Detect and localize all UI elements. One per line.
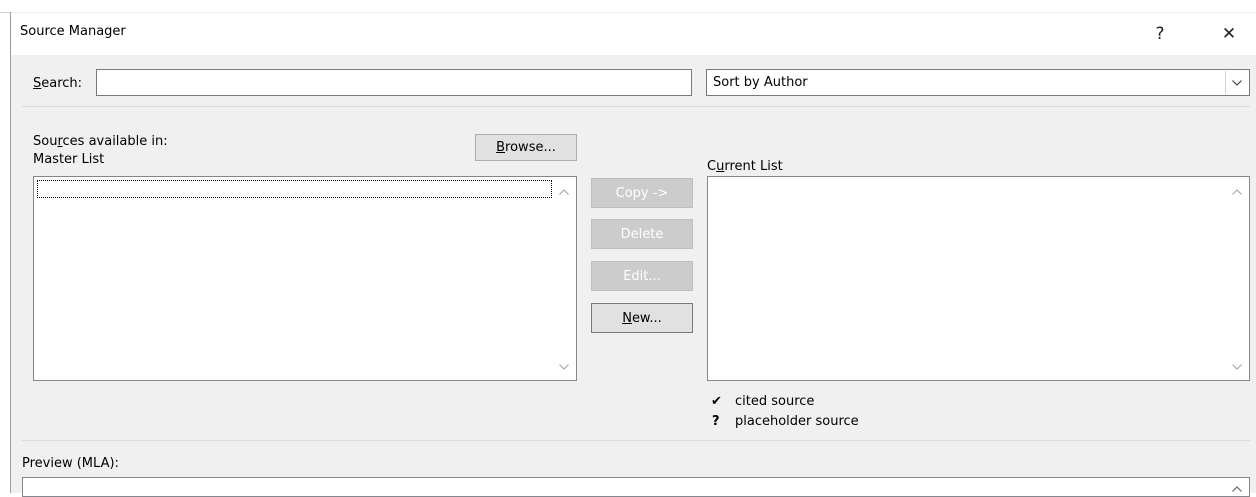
- sources-label-part1: Sou: [33, 134, 58, 149]
- checkmark-icon: ✔: [711, 394, 722, 409]
- new-button[interactable]: New...: [591, 303, 693, 333]
- help-button[interactable]: ?: [1137, 13, 1183, 55]
- master-list[interactable]: [33, 176, 577, 381]
- master-list-focus-item[interactable]: [37, 180, 552, 198]
- chevron-up-icon[interactable]: [558, 187, 570, 197]
- browse-label-accel: B: [496, 140, 506, 155]
- search-label: Search:: [33, 76, 82, 91]
- separator-top: [22, 106, 1250, 107]
- cited-source-label: cited source: [735, 394, 815, 409]
- preview-label: Preview (MLA):: [22, 456, 119, 471]
- question-mark-icon: ?: [712, 414, 720, 429]
- search-input[interactable]: [96, 69, 692, 96]
- sort-dropdown[interactable]: Sort by Author: [706, 69, 1250, 96]
- current-label-part2: rrent List: [724, 159, 783, 174]
- sort-selected-value: Sort by Author: [713, 75, 808, 90]
- close-button[interactable]: ✕: [1206, 13, 1252, 55]
- preview-box[interactable]: [22, 477, 1250, 497]
- title-bar: [11, 13, 1256, 55]
- chevron-down-icon[interactable]: [1225, 71, 1248, 94]
- current-list[interactable]: [707, 176, 1250, 381]
- placeholder-source-label: placeholder source: [735, 414, 859, 429]
- chevron-up-icon[interactable]: [1231, 187, 1243, 197]
- dialog-title: Source Manager: [20, 24, 126, 39]
- sources-available-label: Sources available in:: [33, 134, 168, 149]
- separator-bottom: [22, 440, 1250, 441]
- delete-button[interactable]: Delete: [591, 219, 693, 249]
- edit-button[interactable]: Edit...: [591, 261, 693, 291]
- new-label-rest: ew...: [631, 310, 662, 326]
- master-list-label: Master List: [33, 152, 105, 167]
- browse-button[interactable]: Browse...: [475, 134, 577, 161]
- search-label-rest: earch:: [41, 76, 83, 91]
- chevron-down-icon[interactable]: [1231, 362, 1243, 372]
- current-list-label: Current List: [707, 159, 783, 174]
- help-icon: ?: [1155, 24, 1165, 44]
- new-label-accel: N: [622, 310, 632, 326]
- browse-label-rest: rowse...: [505, 140, 556, 155]
- current-label-part1: C: [707, 159, 717, 174]
- sources-label-part2: ces available in:: [62, 134, 168, 149]
- copy-button[interactable]: Copy ->: [591, 178, 693, 208]
- chevron-down-icon[interactable]: [558, 362, 570, 372]
- close-icon: ✕: [1221, 24, 1237, 44]
